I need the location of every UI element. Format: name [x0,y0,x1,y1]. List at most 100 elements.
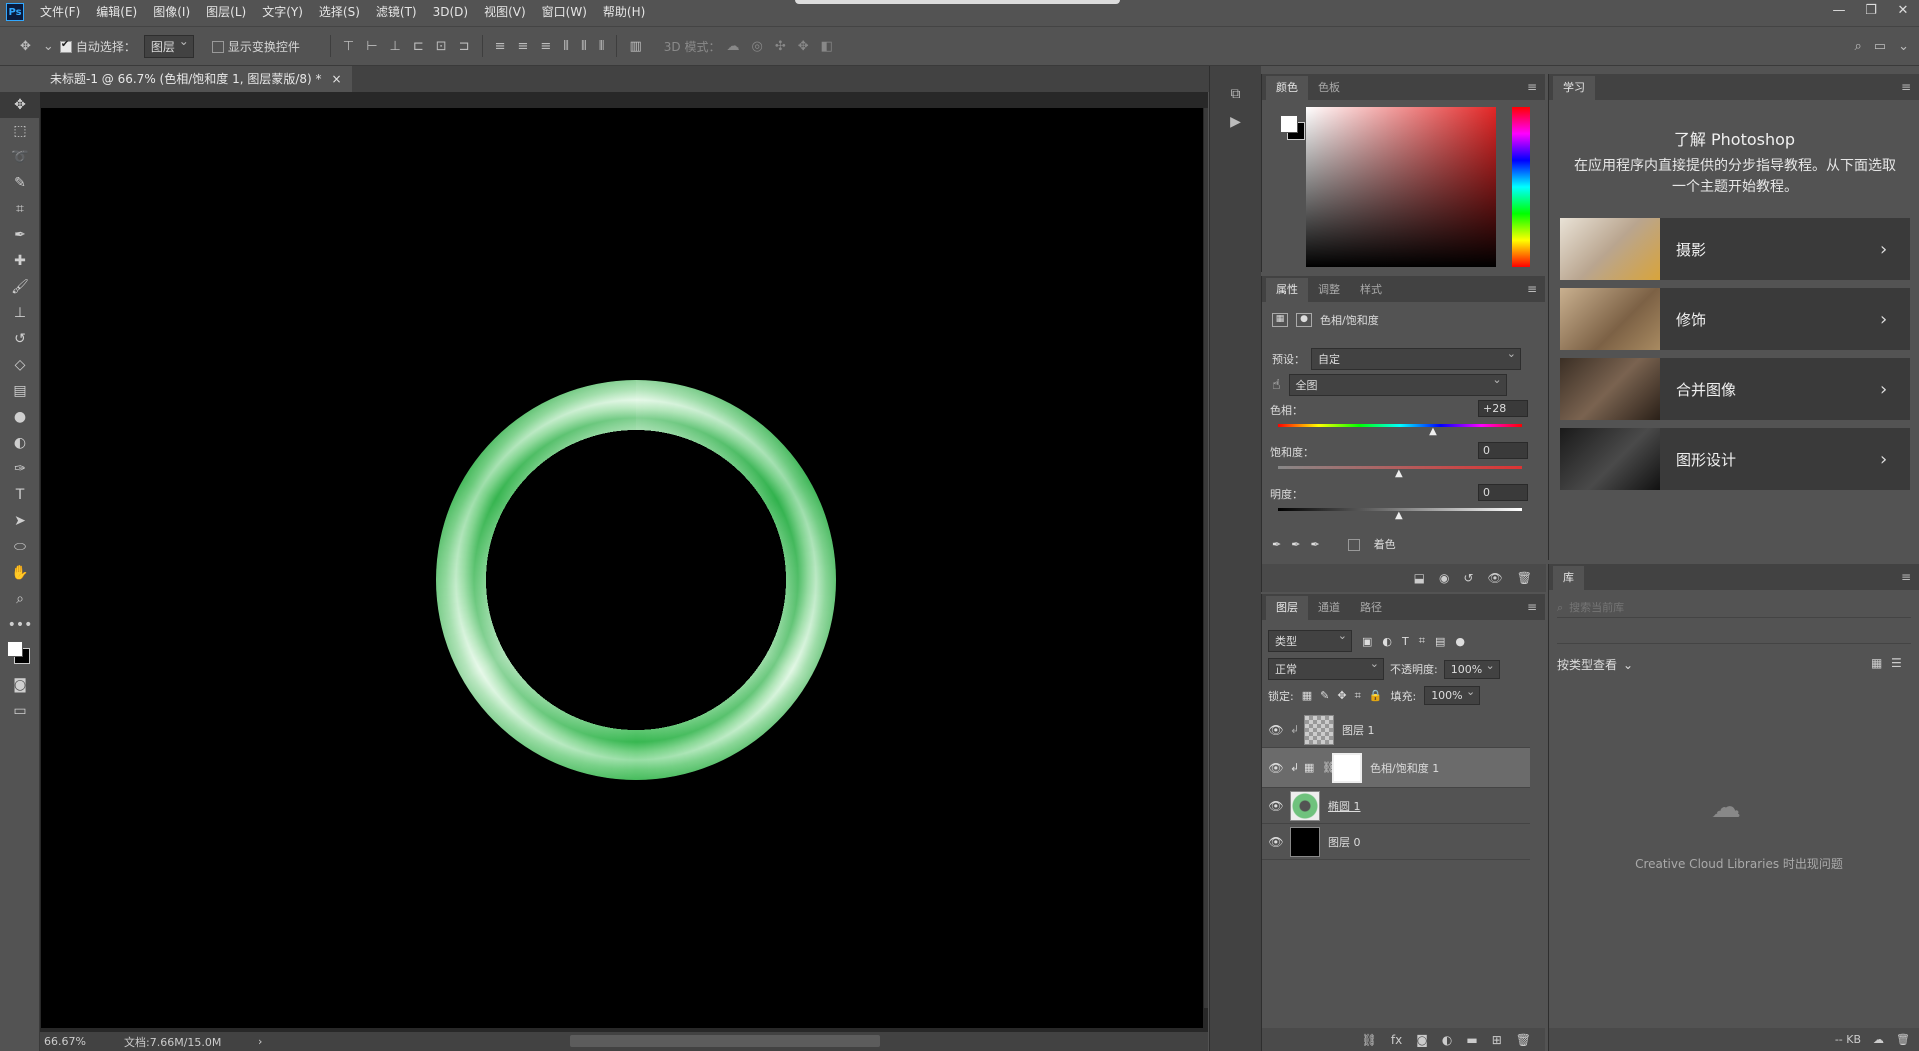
fill-field[interactable]: 100% [1424,685,1481,705]
panel-menu-icon[interactable]: ≡ [1527,80,1537,94]
layer-row[interactable]: 👁 图层 0 [1262,824,1530,860]
targeted-adjust-hand-icon[interactable]: ☝ [1272,377,1281,393]
new-layer-icon[interactable]: ⊞ [1492,1033,1502,1047]
clip-to-layer-icon[interactable]: ⬓ [1414,571,1425,585]
auto-select-checkbox[interactable] [59,39,72,53]
filter-adjustment-icon[interactable]: ◐ [1382,635,1392,648]
reset-icon[interactable]: ↺ [1463,571,1473,585]
eyedropper-subtract-icon[interactable]: ✒ [1310,538,1319,551]
hue-track[interactable] [1278,424,1522,427]
lock-all-icon[interactable]: 🔒 [1369,689,1383,702]
view-previous-icon[interactable]: ◉ [1439,571,1449,585]
layer-style-fx-icon[interactable]: fx [1391,1033,1402,1047]
zoom-level[interactable]: 66.67% [40,1035,110,1048]
menu-file[interactable]: 文件(F) [32,0,88,24]
layer-name[interactable]: 色相/饱和度 1 [1370,760,1439,776]
lasso-tool-icon[interactable]: ➰ [0,144,40,170]
layer-filter-dropdown[interactable]: 类型 [1268,629,1352,652]
library-selector[interactable] [1557,626,1911,644]
distribute-right-icon[interactable]: ⦀ [599,39,605,54]
blend-mode-dropdown[interactable]: 正常 [1268,657,1384,680]
lightness-slider-thumb[interactable]: ▲ [1395,510,1403,521]
tab-color[interactable]: 颜色 [1266,76,1308,100]
panel-menu-icon[interactable]: ≡ [1527,600,1537,614]
restore-button[interactable]: ❐ [1855,0,1887,24]
eyedropper-icon[interactable]: ✒ [1272,538,1281,551]
workspace-icon[interactable]: ▭ [1874,39,1886,54]
library-search[interactable]: ⌕ [1557,598,1911,618]
lightness-value-field[interactable]: 0 [1478,484,1528,501]
3d-slide-icon[interactable]: ✥ [798,39,809,54]
visibility-icon[interactable]: 👁 [1488,571,1503,585]
colorize-checkbox[interactable] [1347,539,1360,551]
tab-adjustments[interactable]: 调整 [1308,278,1350,302]
history-panel-icon[interactable]: ⧉ [1210,86,1261,102]
path-select-tool-icon[interactable]: ➤ [0,508,40,534]
align-bottom-icon[interactable]: ⊥ [390,39,401,54]
distribute-bottom-icon[interactable]: ≡ [540,39,551,54]
horizontal-scrollbar[interactable] [570,1035,880,1047]
search-icon[interactable]: ⌕ [1855,39,1862,54]
3d-roll-icon[interactable]: ◎ [751,39,762,54]
saturation-slider-thumb[interactable]: ▲ [1395,468,1403,479]
layer-mask-thumbnail[interactable] [1332,752,1362,783]
clone-stamp-tool-icon[interactable]: ⊥ [0,300,40,326]
delete-library-item-icon[interactable]: 🗑 [1896,1033,1910,1046]
status-menu-arrow-icon[interactable]: › [258,1035,262,1048]
distribute-left-icon[interactable]: ⦀ [563,39,569,54]
blur-tool-icon[interactable]: ● [0,404,40,430]
distribute-hcenter-icon[interactable]: ⦀ [581,39,587,54]
workspace-chevron-icon[interactable]: ⌄ [1898,39,1909,54]
visibility-eye-icon[interactable]: 👁 [1262,799,1290,813]
type-tool-icon[interactable]: T [0,482,40,508]
align-hcenter-icon[interactable]: ⊡ [436,39,447,54]
mask-link-icon[interactable]: ⛓ [1322,761,1336,774]
photoshop-logo-icon[interactable]: Ps [6,3,24,21]
gradient-tool-icon[interactable]: ▤ [0,378,40,404]
menu-3d[interactable]: 3D(D) [425,0,476,24]
layer-row[interactable]: 👁 ↲ ▦ ⛓ 色相/饱和度 1 [1262,748,1530,788]
show-transform-checkbox[interactable] [211,41,224,53]
link-layers-icon[interactable]: ⛓ [1362,1033,1377,1047]
menu-layer[interactable]: 图层(L) [198,0,254,24]
saturation-value-field[interactable]: 0 [1478,442,1528,459]
filter-toggle-icon[interactable]: ● [1455,635,1465,648]
foreground-color-swatch[interactable] [7,641,23,657]
view-by-type[interactable]: 按类型查看 ⌄ [1557,656,1633,673]
eraser-tool-icon[interactable]: ◇ [0,352,40,378]
layer-name[interactable]: 图层 1 [1342,722,1375,738]
more-tools-icon[interactable]: ••• [0,612,40,638]
add-mask-icon[interactable]: ◙ [1416,1033,1428,1047]
menu-image[interactable]: 图像(I) [145,0,198,24]
document-canvas[interactable] [41,108,1203,1028]
move-tool-icon[interactable]: ✥ [20,39,31,54]
zoom-tool-icon[interactable]: ⌕ [0,586,40,612]
dodge-tool-icon[interactable]: ◐ [0,430,40,456]
close-window-button[interactable]: ✕ [1887,0,1919,24]
tab-swatches[interactable]: 色板 [1308,76,1350,100]
layer-row[interactable]: 👁 ↲ 图层 1 [1262,712,1530,748]
adjustment-layer-icon[interactable]: ▦ [1272,313,1288,327]
layer-row[interactable]: 👁 椭圆 1 [1262,788,1530,824]
align-left-icon[interactable]: ⊏ [413,39,424,54]
panel-menu-icon[interactable]: ≡ [1527,282,1537,296]
panel-menu-icon[interactable]: ≡ [1901,80,1911,94]
tab-layers[interactable]: 图层 [1266,596,1308,620]
grid-view-icon[interactable]: ▦ [1871,656,1882,670]
align-right-icon[interactable]: ⊐ [459,39,470,54]
cloud-sync-icon[interactable]: ☁ [1873,1033,1884,1046]
tab-channels[interactable]: 通道 [1308,596,1350,620]
crop-tool-icon[interactable]: ⌗ [0,196,40,222]
search-bar-edge[interactable] [795,0,1120,4]
ellipse-tool-icon[interactable]: ⬭ [0,534,40,560]
eyedropper-add-icon[interactable]: ✒ [1291,538,1300,551]
tab-styles[interactable]: 样式 [1350,278,1392,302]
lock-position-icon[interactable]: ✥ [1337,689,1346,702]
hue-slider-thumb[interactable]: ▲ [1429,426,1437,437]
fg-color-chip[interactable] [1280,115,1298,133]
lock-transparent-icon[interactable]: ▦ [1302,689,1312,702]
tab-properties[interactable]: 属性 [1266,278,1308,302]
align-top-icon[interactable]: ⊤ [343,39,354,54]
quick-mask-icon[interactable]: ◙ [0,672,40,698]
visibility-eye-icon[interactable]: 👁 [1262,761,1290,775]
